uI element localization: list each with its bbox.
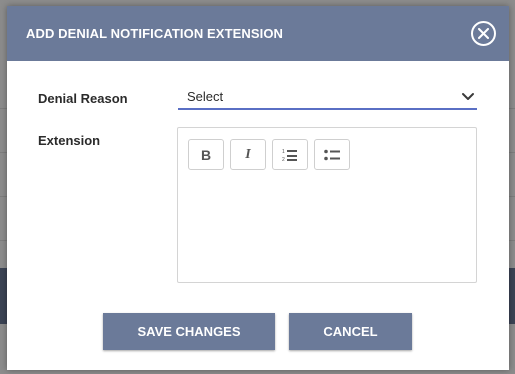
- denial-reason-label: Denial Reason: [38, 91, 128, 106]
- bold-icon: B: [200, 146, 212, 163]
- add-denial-extension-dialog: ADD DENIAL NOTIFICATION EXTENSION Denial…: [7, 6, 509, 370]
- dialog-title: ADD DENIAL NOTIFICATION EXTENSION: [26, 26, 284, 41]
- bullet-list-button[interactable]: [314, 139, 350, 170]
- dialog-header: ADD DENIAL NOTIFICATION EXTENSION: [7, 6, 509, 61]
- extension-editor: B I 1 2: [177, 127, 477, 283]
- italic-icon: I: [245, 146, 251, 162]
- italic-button[interactable]: I: [230, 139, 266, 170]
- bullet-list-icon: [324, 149, 340, 160]
- bold-button[interactable]: B: [188, 139, 224, 170]
- ordered-list-button[interactable]: 1 2: [272, 139, 308, 170]
- close-button[interactable]: [471, 21, 496, 46]
- svg-text:2: 2: [282, 157, 285, 162]
- ordered-list-icon: 1 2: [282, 149, 297, 162]
- save-changes-button[interactable]: SAVE CHANGES: [103, 313, 275, 350]
- denial-reason-select[interactable]: Select: [178, 85, 477, 110]
- chevron-down-icon: [462, 93, 474, 100]
- close-icon: [478, 28, 489, 39]
- extension-label: Extension: [38, 133, 101, 148]
- cancel-button[interactable]: CANCEL: [289, 313, 412, 350]
- svg-text:1: 1: [282, 149, 285, 155]
- denial-reason-selected-value: Select: [187, 89, 224, 104]
- extension-text-area[interactable]: [179, 176, 475, 281]
